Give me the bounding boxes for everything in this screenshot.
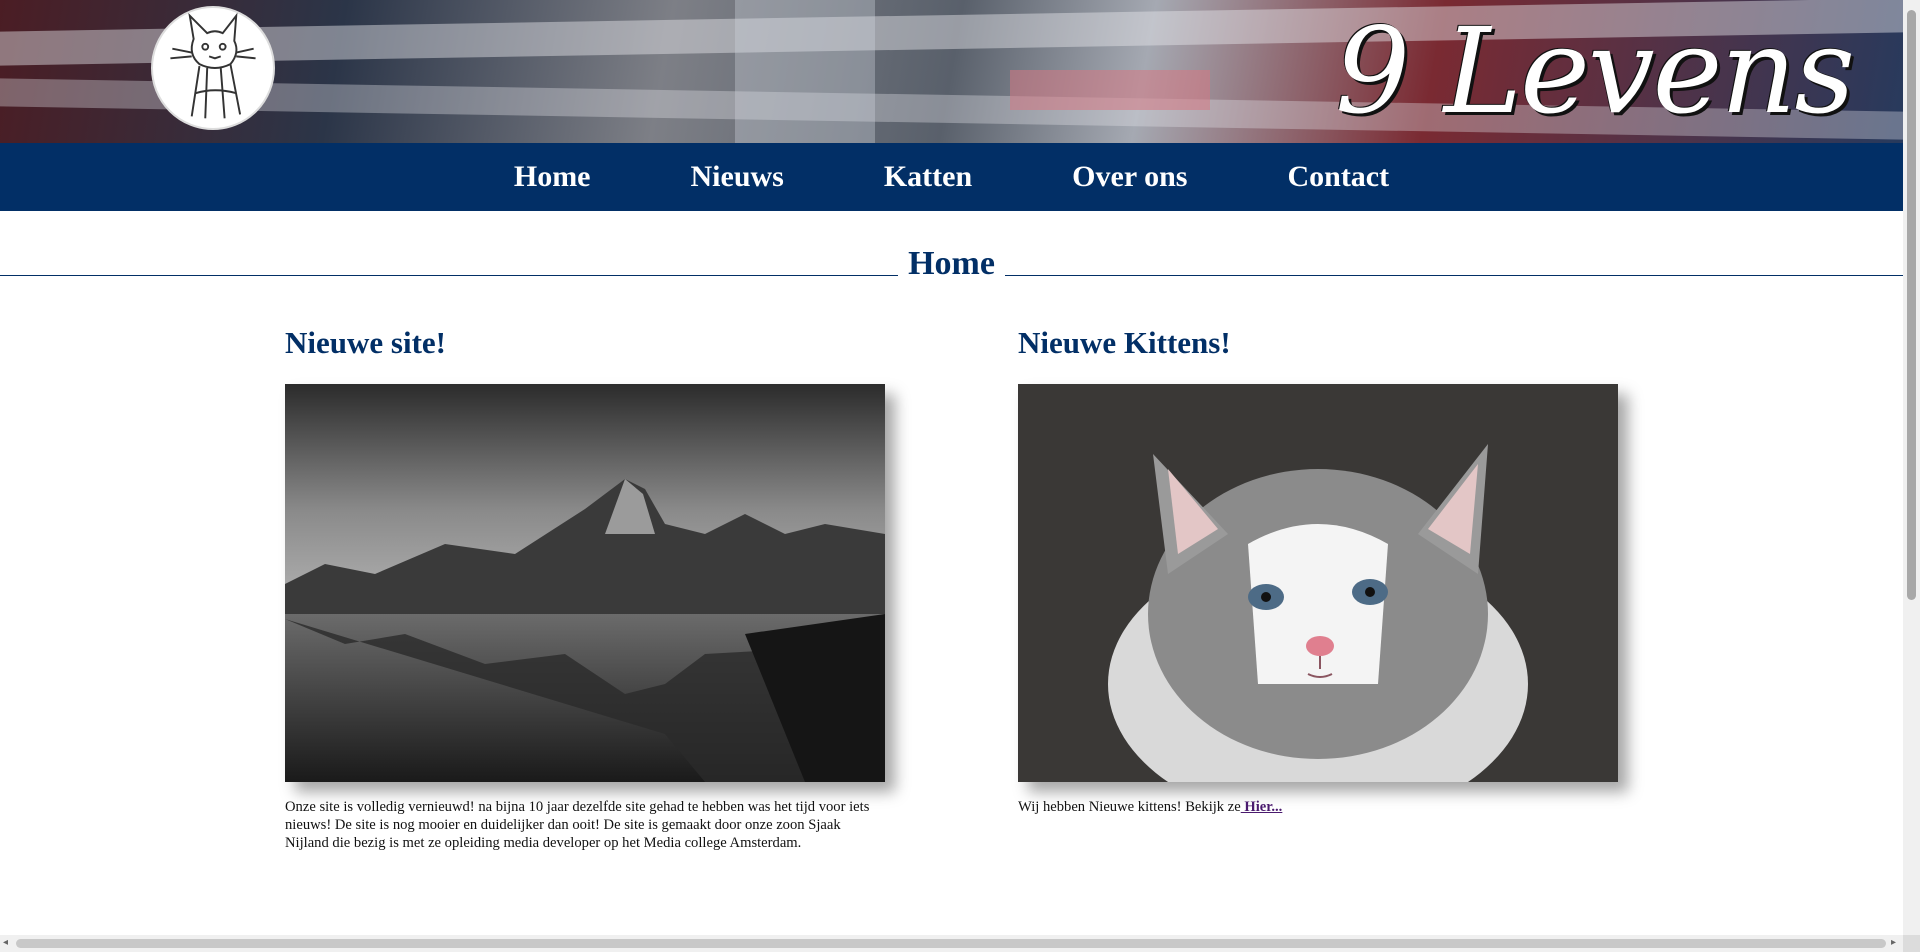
article-body: Onze site is volledig vernieuwd! na bijn… [285, 798, 885, 852]
article-nieuwe-site: Nieuwe site! Onze site is volledig verni… [285, 325, 885, 851]
article-body: Wij hebben Nieuwe kittens! Bekijk ze Hie… [1018, 798, 1618, 816]
page-title: Home [908, 245, 995, 282]
site-brand-title: 9 Levens [1335, 2, 1855, 140]
article-body-text: Onze site is volledig vernieuwd! na bijn… [285, 799, 870, 851]
article-image-mountain-lake [285, 384, 885, 782]
banner-flag-cross [735, 0, 875, 143]
vertical-scrollbar[interactable] [1903, 0, 1920, 935]
article-body-text: Wij hebben Nieuwe kittens! Bekijk ze [1018, 799, 1241, 815]
nav-item-contact[interactable]: Contact [1237, 160, 1439, 194]
nav-item-nieuws[interactable]: Nieuws [641, 160, 834, 194]
banner-flag-stripe [1010, 70, 1210, 110]
scrollbar-corner [1903, 935, 1920, 952]
nav-item-home[interactable]: Home [464, 160, 641, 194]
cat-logo-icon[interactable] [151, 6, 275, 130]
main-navigation: Home Nieuws Katten Over ons Contact [0, 143, 1903, 211]
scroll-left-icon[interactable]: ◂ [3, 937, 8, 948]
article-title: Nieuwe site! [285, 325, 446, 360]
article-title: Nieuwe Kittens! [1018, 325, 1231, 360]
title-divider-right [1005, 275, 1903, 276]
article-image-kitten [1018, 384, 1618, 782]
header-banner: 9 Levens [0, 0, 1903, 143]
horizontal-scrollbar[interactable]: ◂ ▸ [0, 935, 1903, 952]
scrollbar-thumb[interactable] [16, 939, 1886, 948]
page: 9 Levens Home Nieuws Katten Over ons Con… [0, 0, 1903, 935]
hier-link[interactable]: Hier... [1241, 799, 1282, 815]
nav-item-katten[interactable]: Katten [834, 160, 1022, 194]
scrollbar-thumb[interactable] [1907, 10, 1916, 600]
article-nieuwe-kittens: Nieuwe Kittens! Wij hebben Nieuwe kitten… [1018, 325, 1618, 815]
nav-item-over-ons[interactable]: Over ons [1022, 160, 1237, 194]
scroll-right-icon[interactable]: ▸ [1891, 937, 1896, 948]
page-title-section: Home [0, 245, 1903, 285]
